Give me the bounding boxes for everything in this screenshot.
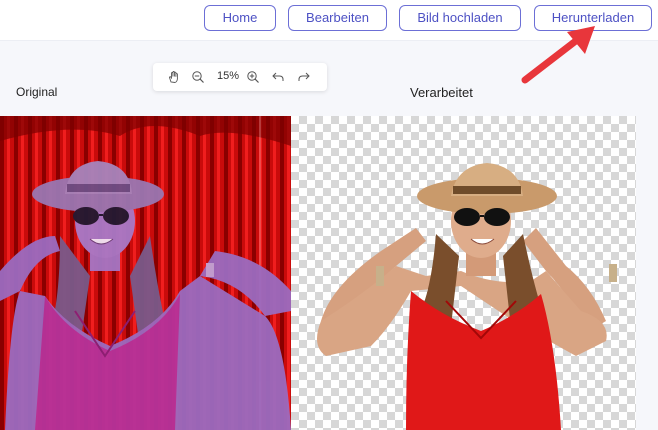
zoom-in-icon[interactable] <box>244 68 262 86</box>
annotation-arrow-icon <box>521 26 595 84</box>
home-button[interactable]: Home <box>204 5 276 31</box>
undo-icon[interactable] <box>269 68 287 86</box>
original-image-panel <box>0 116 291 430</box>
vertical-scrollbar[interactable] <box>641 116 655 430</box>
processed-photo <box>317 163 617 430</box>
processed-image-panel <box>291 116 636 430</box>
zoom-out-icon[interactable] <box>189 68 207 86</box>
processed-label: Verarbeitet <box>410 85 473 100</box>
edit-button[interactable]: Bearbeiten <box>288 5 387 31</box>
original-label: Original <box>16 85 58 99</box>
zoom-toolbar: 15% <box>153 63 327 91</box>
upload-image-button[interactable]: Bild hochladen <box>399 5 521 31</box>
hand-icon[interactable] <box>165 68 183 86</box>
redo-icon[interactable] <box>295 68 313 86</box>
original-photo <box>0 116 291 430</box>
zoom-level: 15% <box>216 70 240 82</box>
